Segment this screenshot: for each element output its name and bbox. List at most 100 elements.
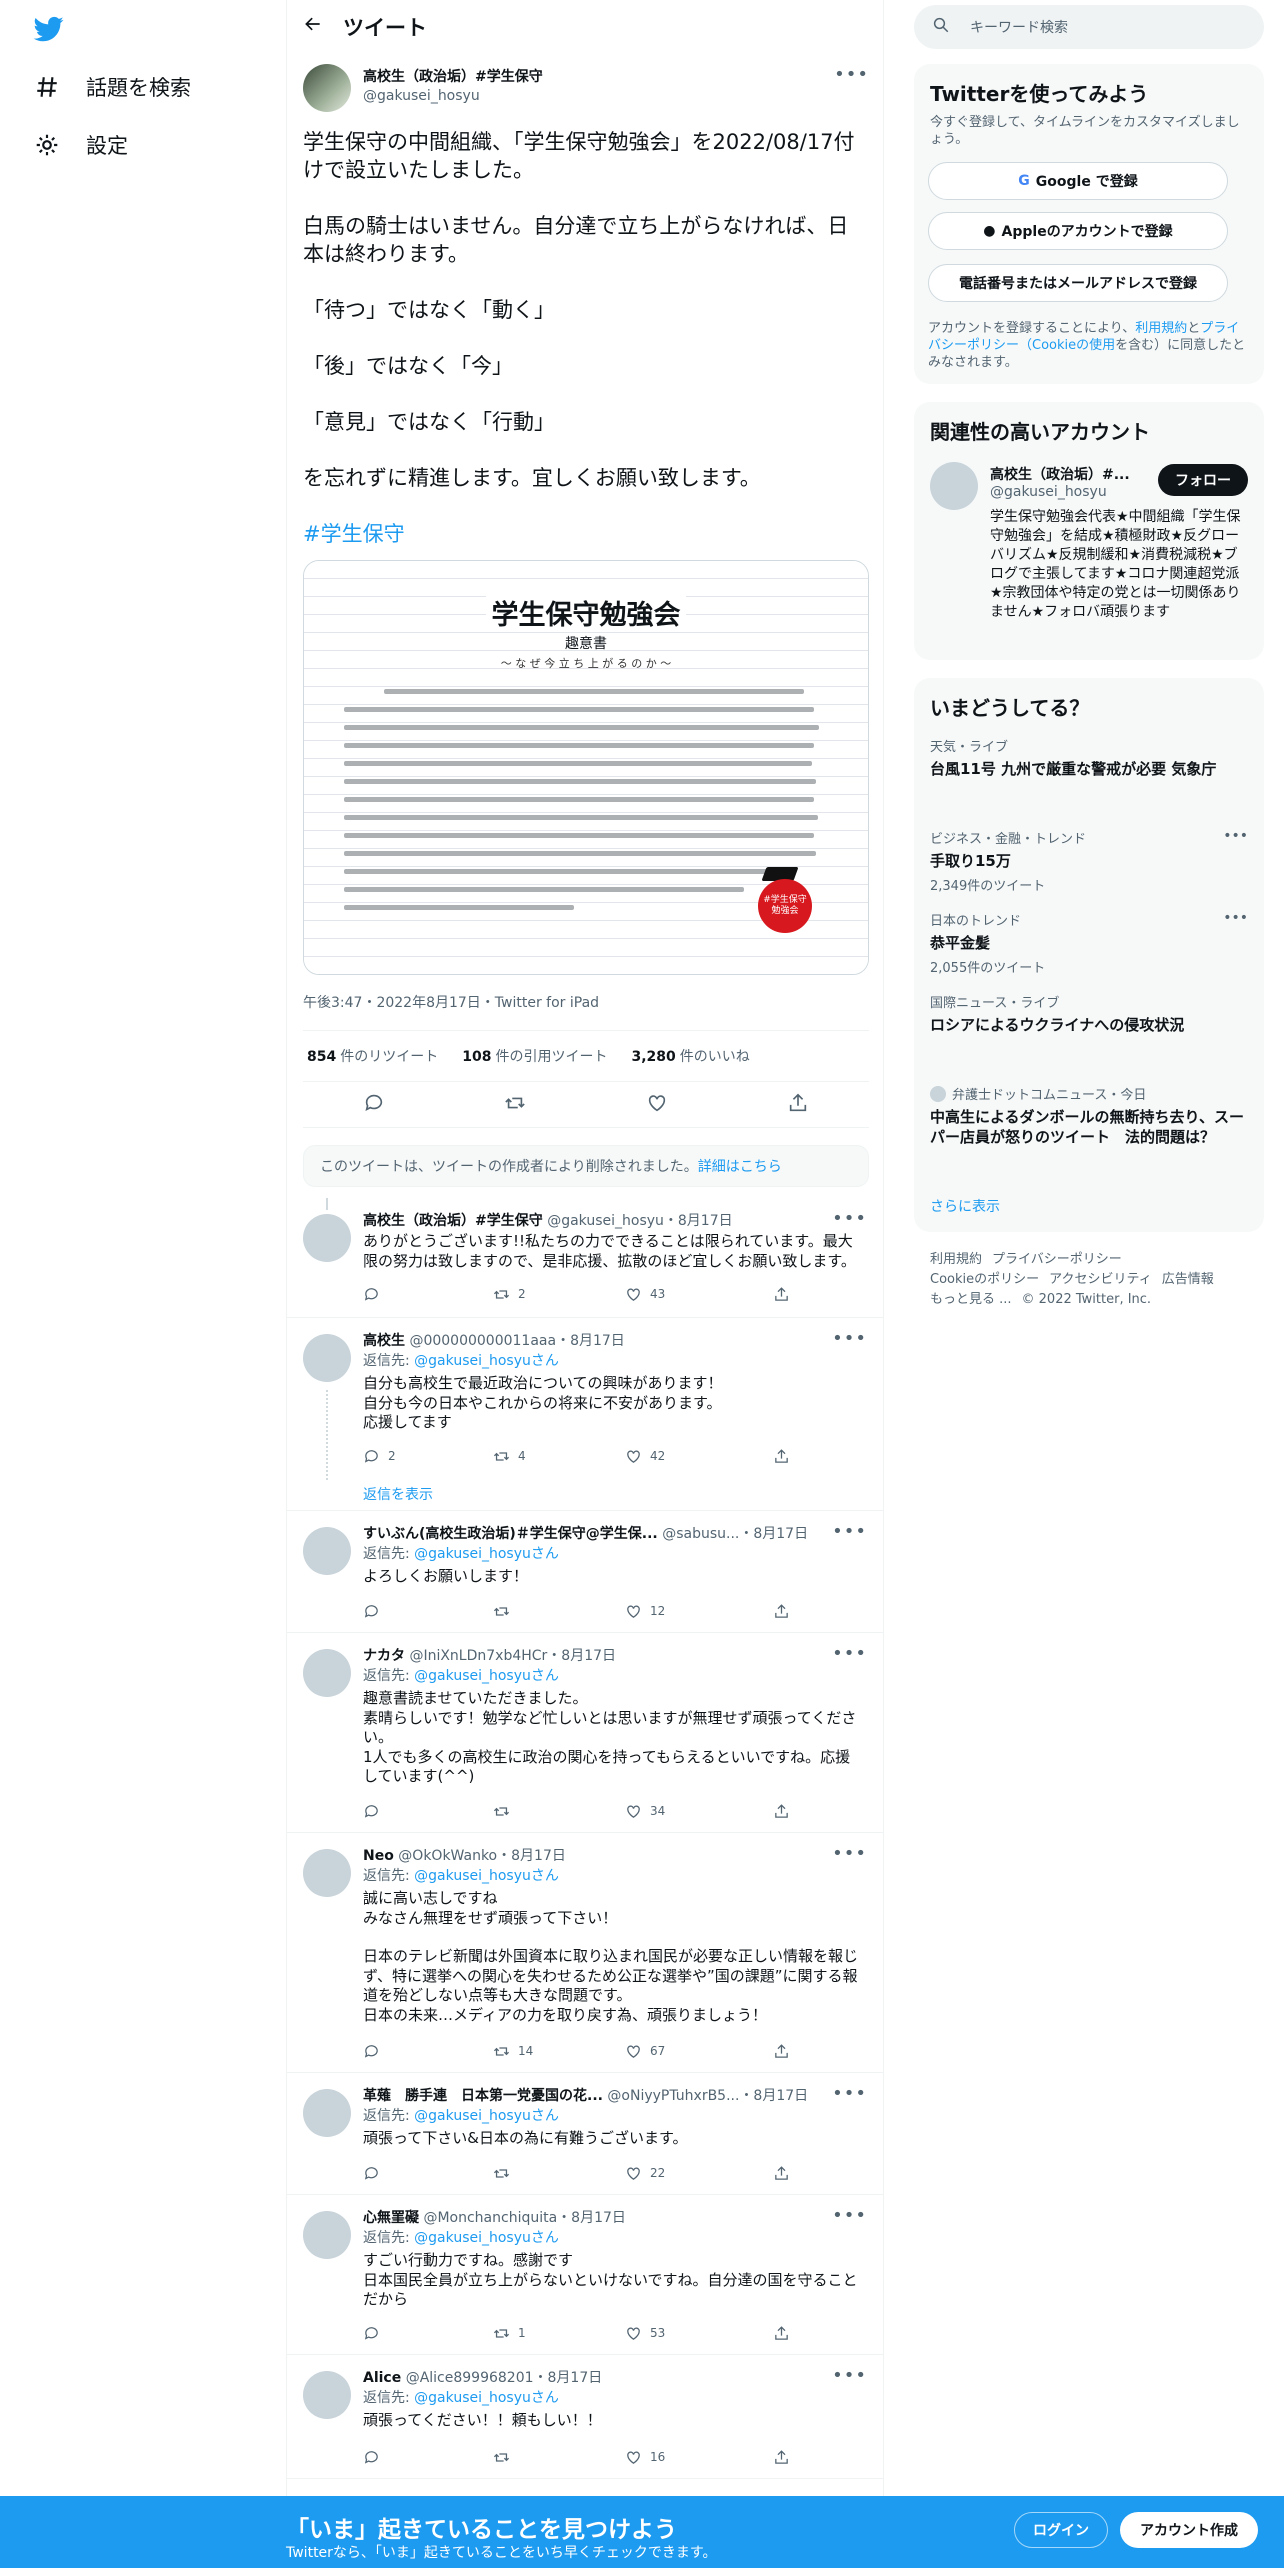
reply-tweet[interactable]: Alice @Alice899968201・8月17日 ••• 返信先: @ga… [287, 2355, 883, 2479]
more-icon[interactable]: ••• [832, 2365, 867, 2386]
footer-link[interactable]: 利用規約 [930, 1252, 982, 1267]
like-icon[interactable]: 43 [625, 1286, 665, 1303]
nav-settings[interactable]: 設定 [32, 120, 128, 170]
learn-more-link[interactable]: 詳細はこちら [698, 1156, 782, 1176]
more-icon[interactable]: ••• [832, 1643, 867, 1664]
avatar[interactable] [303, 2371, 351, 2419]
footer-link[interactable]: プライバシーポリシー [992, 1252, 1122, 1267]
reply-tweet[interactable]: 高校生 @000000000011aaa・8月17日 ••• 返信先: @gak… [287, 1318, 883, 1511]
related-handle[interactable]: @gakusei_hosyu [990, 484, 1107, 500]
footer-link[interactable]: もっと見る ... [930, 1292, 1012, 1307]
retweet-icon[interactable] [493, 1603, 518, 1620]
trend-item[interactable]: 天気・ライブ 台風11号 九州で厳重な警戒が必要 気象庁 [930, 736, 1248, 779]
trend-item[interactable]: 日本のトレンド 恭平金髪 2,055件のツイート ••• [930, 910, 1248, 976]
tweet-image[interactable]: 学生保守勉強会 趣意書 〜 な ぜ 今 立 ち 上 が る の か 〜 #学生保… [303, 560, 869, 975]
like-count[interactable]: 3,280 件のいいね [631, 1046, 749, 1066]
retweet-icon[interactable] [493, 2165, 518, 2182]
more-icon[interactable]: ••• [832, 2205, 867, 2226]
nav-explore[interactable]: 話題を検索 [32, 62, 191, 112]
reply-to-link[interactable]: @gakusei_hosyuさん [414, 1546, 559, 1562]
avatar[interactable] [303, 64, 351, 112]
twitter-logo-icon[interactable] [32, 14, 66, 44]
footer-link[interactable]: 広告情報 [1162, 1272, 1214, 1287]
reply-to-link[interactable]: @gakusei_hosyuさん [414, 2390, 559, 2406]
more-icon[interactable]: ••• [834, 64, 869, 85]
avatar[interactable] [930, 462, 978, 510]
more-icon[interactable]: ••• [832, 1328, 867, 1349]
reply-to-link[interactable]: @gakusei_hosyuさん [414, 1868, 559, 1884]
avatar[interactable] [303, 1649, 351, 1697]
retweet-count[interactable]: 854 件のリツイート [307, 1046, 438, 1066]
reply-icon[interactable] [363, 2043, 388, 2060]
apple-signup-button[interactable]: ● Appleのアカウントで登録 [928, 212, 1228, 250]
reply-to-link[interactable]: @gakusei_hosyuさん [414, 1353, 559, 1369]
retweet-icon[interactable]: 1 [493, 2325, 526, 2342]
avatar[interactable] [303, 1849, 351, 1897]
like-icon[interactable]: 12 [625, 1603, 665, 1620]
like-icon[interactable]: 67 [625, 2043, 665, 2060]
reply-icon[interactable] [363, 1803, 388, 1820]
footer-link[interactable]: アクセシビリティ [1049, 1272, 1152, 1287]
like-icon[interactable]: 53 [625, 2325, 665, 2342]
reply-icon[interactable] [363, 1603, 388, 1620]
like-icon[interactable]: 34 [625, 1803, 665, 1820]
like-icon[interactable]: 22 [625, 2165, 665, 2182]
tweet-meta[interactable]: 午後3:47・2022年8月17日・Twitter for iPad [303, 992, 599, 1012]
google-signup-button[interactable]: G Google で登録 [928, 162, 1228, 200]
retweet-icon[interactable]: 4 [493, 1448, 526, 1465]
author-name[interactable]: 高校生（政治垢）#学生保守 [363, 66, 543, 86]
reply-to-link[interactable]: @gakusei_hosyuさん [414, 2230, 559, 2246]
avatar[interactable] [303, 2211, 351, 2259]
reply-tweet[interactable]: ナカタ @IniXnLDn7xb4HCr・8月17日 ••• 返信先: @gak… [287, 1633, 883, 1833]
phone-email-signup-button[interactable]: 電話番号またはメールアドレスで登録 [928, 264, 1228, 302]
retweet-icon[interactable]: 14 [493, 2043, 533, 2060]
more-icon[interactable]: ••• [832, 1521, 867, 1542]
signup-button[interactable]: アカウント作成 [1120, 2512, 1258, 2548]
share-icon[interactable] [773, 2043, 790, 2060]
show-more-link[interactable]: さらに表示 [930, 1196, 1000, 1216]
share-icon[interactable] [773, 1803, 790, 1820]
reply-to-link[interactable]: @gakusei_hosyuさん [414, 1668, 559, 1684]
terms-link[interactable]: 利用規約 [1135, 321, 1187, 336]
avatar[interactable] [303, 1334, 351, 1382]
retweet-icon[interactable]: 2 [493, 1286, 526, 1303]
reply-icon[interactable] [363, 1286, 388, 1303]
share-icon[interactable] [773, 1603, 790, 1620]
trend-item[interactable]: 国際ニュース・ライブ ロシアによるウクライナへの侵攻状況 [930, 992, 1248, 1035]
reply-icon[interactable] [363, 2165, 388, 2182]
trend-item[interactable]: 弁護士ドットコムニュース・今日 中高生によるダンボールの無断持ち去り、スーパー店… [930, 1084, 1248, 1147]
more-icon[interactable]: ••• [832, 2083, 867, 2104]
login-button[interactable]: ログイン [1014, 2512, 1108, 2548]
share-icon[interactable] [773, 2325, 790, 2342]
more-icon[interactable]: ••• [1223, 828, 1248, 844]
share-icon[interactable] [773, 1448, 790, 1465]
reply-icon[interactable] [363, 2325, 388, 2342]
quote-count[interactable]: 108 件の引用ツイート [462, 1046, 607, 1066]
like-icon[interactable]: 42 [625, 1448, 665, 1465]
footer-link[interactable]: Cookieのポリシー [930, 1272, 1039, 1287]
reply-tweet[interactable]: Neo @OkOkWanko・8月17日 ••• 返信先: @gakusei_h… [287, 1833, 883, 2073]
share-icon[interactable] [787, 1092, 809, 1119]
reply-icon[interactable] [363, 1092, 385, 1119]
reply-tweet[interactable]: 高校生（政治垢）#学生保守 @gakusei_hosyu・8月17日 ••• あ… [287, 1198, 883, 1318]
avatar[interactable] [303, 1527, 351, 1575]
reply-icon[interactable] [363, 2449, 388, 2466]
share-icon[interactable] [773, 2165, 790, 2182]
reply-tweet[interactable]: すいぶん(高校生政治垢)＃学生保守@学生保... @sabusu...・8月17… [287, 1511, 883, 1633]
related-name[interactable]: 高校生（政治垢）#... [990, 464, 1130, 484]
reply-to-link[interactable]: @gakusei_hosyuさん [414, 2108, 559, 2124]
more-icon[interactable]: ••• [832, 1843, 867, 1864]
hashtag-link[interactable]: #学生保守 [303, 520, 869, 548]
reply-icon[interactable]: 2 [363, 1448, 396, 1465]
search-input[interactable]: キーワード検索 [914, 5, 1264, 49]
avatar[interactable] [303, 2089, 351, 2137]
more-icon[interactable]: ••• [832, 1208, 867, 1229]
reply-tweet[interactable]: 心無罣礙 @Monchanchiquita・8月17日 ••• 返信先: @ga… [287, 2195, 883, 2355]
retweet-icon[interactable] [493, 2449, 518, 2466]
trend-item[interactable]: ビジネス・金融・トレンド 手取り15万 2,349件のツイート ••• [930, 828, 1248, 894]
reply-tweet[interactable]: 革薙 勝手連 日本第一党憂国の花... @oNiyyPTuhxrB5...・8月… [287, 2073, 883, 2195]
retweet-icon[interactable] [493, 1803, 518, 1820]
follow-button[interactable]: フォロー [1158, 464, 1248, 496]
back-arrow-icon[interactable] [287, 14, 343, 40]
avatar[interactable] [303, 1214, 351, 1262]
